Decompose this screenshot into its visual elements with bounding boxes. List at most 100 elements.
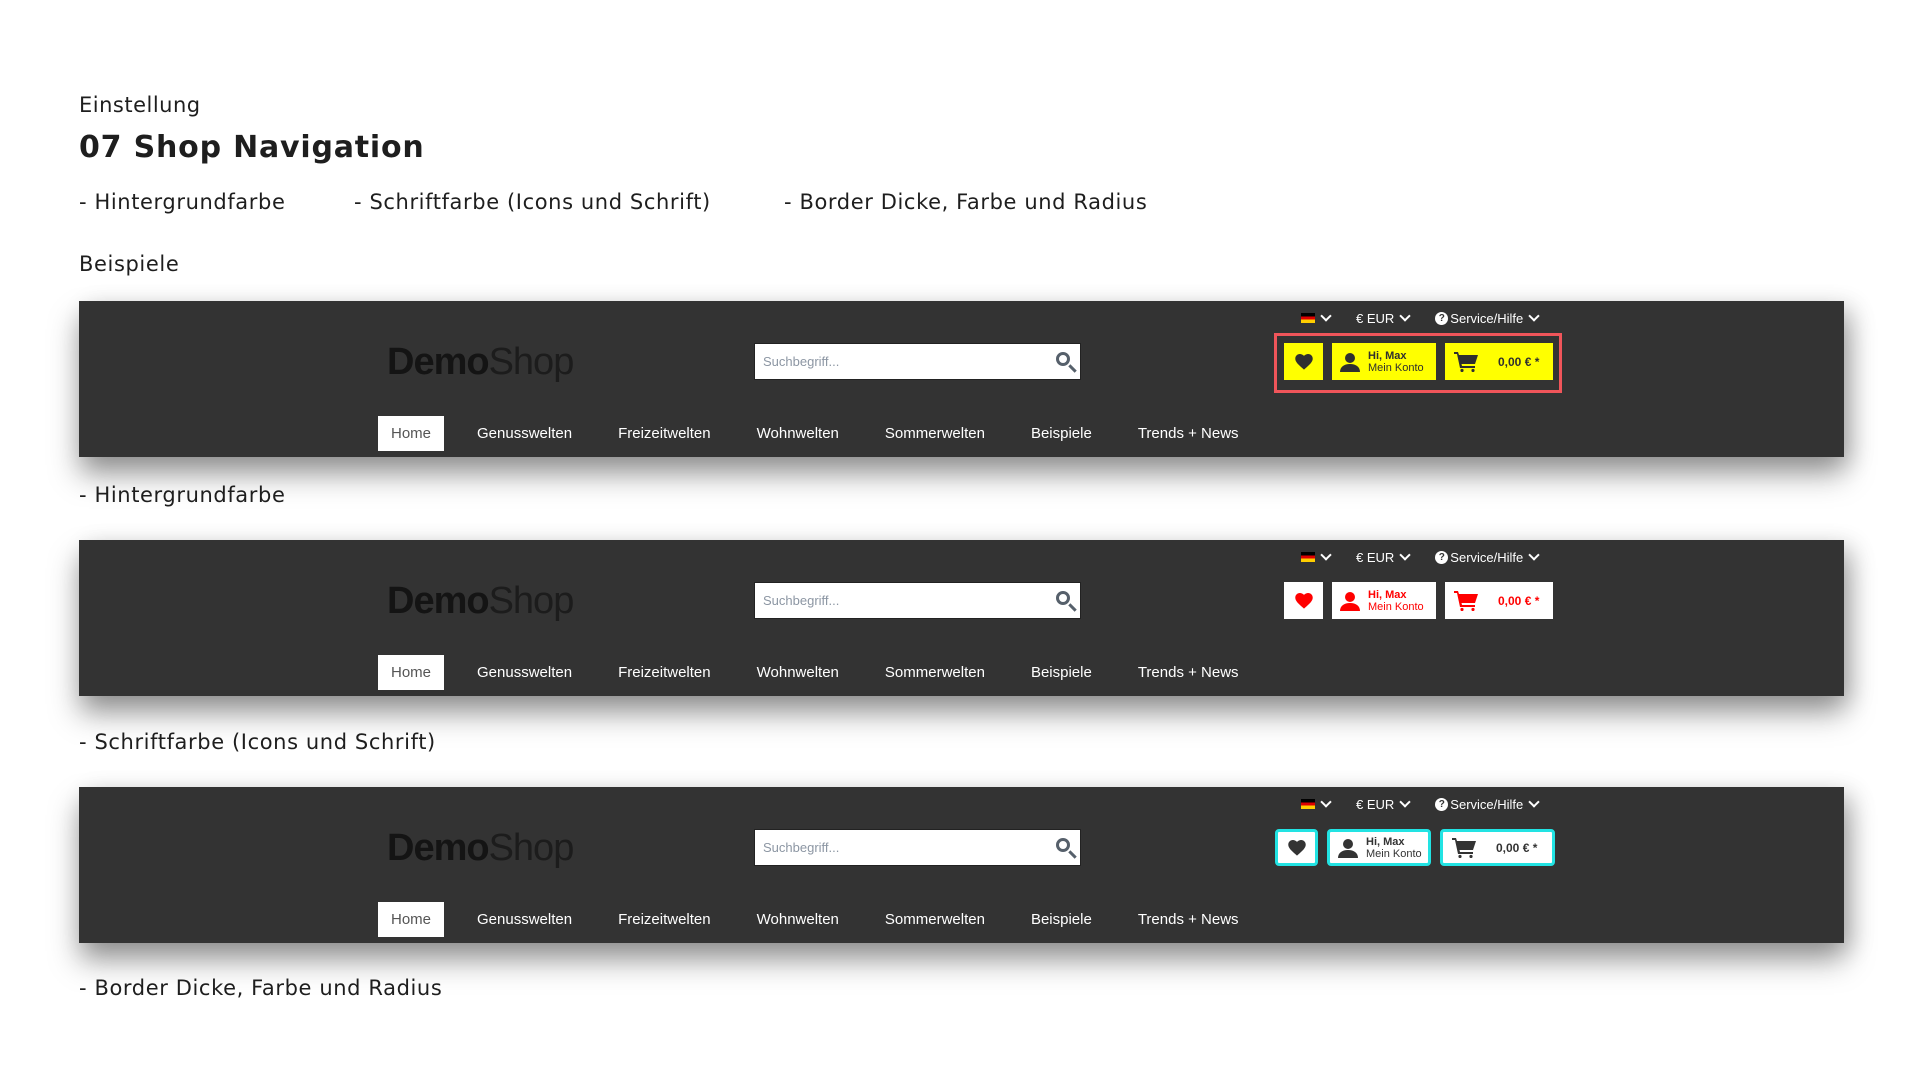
menu-item-trends-news[interactable]: Trends + News xyxy=(1115,655,1262,690)
language-switcher[interactable] xyxy=(1301,310,1332,323)
menu-item-trends-news[interactable]: Trends + News xyxy=(1115,902,1262,937)
service-label: Service/Hilfe xyxy=(1450,796,1524,812)
currency-label: € EUR xyxy=(1356,549,1395,565)
chevron-down-icon xyxy=(1320,796,1332,808)
menu-item-beispiele[interactable]: Beispiele xyxy=(1008,902,1115,937)
search-input[interactable] xyxy=(755,344,1041,379)
de-flag-icon xyxy=(1301,552,1315,562)
shop-logo[interactable]: DemoShop xyxy=(387,341,575,384)
currency-switcher[interactable]: € EUR xyxy=(1356,796,1411,812)
menu-item-wohnwelten[interactable]: Wohnwelten xyxy=(734,902,862,937)
menu-item-freizeitwelten[interactable]: Freizeitwelten xyxy=(595,655,734,690)
cart-button[interactable]: 0,00 € * xyxy=(1445,582,1553,619)
chevron-down-icon xyxy=(1399,796,1411,808)
logo-light: Shop xyxy=(488,580,575,622)
user-icon xyxy=(1338,838,1358,858)
service-label: Service/Hilfe xyxy=(1450,549,1524,565)
menu-item-beispiele[interactable]: Beispiele xyxy=(1008,416,1115,451)
heart-icon xyxy=(1287,839,1306,856)
question-icon: ? xyxy=(1435,311,1449,325)
service-menu[interactable]: ? Service/Hilfe xyxy=(1435,310,1540,326)
shop-logo[interactable]: DemoShop xyxy=(387,827,575,870)
menu-item-beispiele[interactable]: Beispiele xyxy=(1008,655,1115,690)
example-caption-2: - Schriftfarbe (Icons und Schrift) xyxy=(79,730,436,754)
example-caption-3: - Border Dicke, Farbe und Radius xyxy=(79,976,443,1000)
currency-switcher[interactable]: € EUR xyxy=(1356,310,1411,326)
wishlist-button[interactable] xyxy=(1275,829,1318,866)
account-label: Mein Konto xyxy=(1368,600,1424,613)
chevron-down-icon xyxy=(1528,310,1540,322)
menu-item-sommerwelten[interactable]: Sommerwelten xyxy=(862,655,1008,690)
currency-switcher[interactable]: € EUR xyxy=(1356,549,1411,565)
search-input[interactable] xyxy=(755,830,1041,865)
feature-border: - Border Dicke, Farbe und Radius xyxy=(784,190,1148,214)
logo-bold: Demo xyxy=(387,827,490,869)
account-greeting: Hi, Max xyxy=(1368,588,1407,601)
cart-icon xyxy=(1454,590,1478,611)
menu-item-trends-news[interactable]: Trends + News xyxy=(1115,416,1262,451)
menu-item-sommerwelten[interactable]: Sommerwelten xyxy=(862,902,1008,937)
menu-item-genusswelten[interactable]: Genusswelten xyxy=(454,416,595,451)
top-bar: € EUR ? Service/Hilfe xyxy=(1301,548,1564,566)
account-button[interactable]: Hi, Max Mein Konto xyxy=(1327,829,1431,866)
cart-total: 0,00 € * xyxy=(1496,840,1538,855)
menu-item-home[interactable]: Home xyxy=(378,655,445,690)
main-menu: Home Genusswelten Freizeitwelten Wohnwelten… xyxy=(378,655,1262,690)
logo-light: Shop xyxy=(488,341,575,383)
account-greeting: Hi, Max xyxy=(1366,835,1405,848)
currency-label: € EUR xyxy=(1356,796,1395,812)
examples-label: Beispiele xyxy=(79,252,180,276)
search-box xyxy=(754,829,1081,866)
feature-font-color: - Schriftfarbe (Icons und Schrift) xyxy=(354,190,711,214)
chevron-down-icon xyxy=(1320,310,1332,322)
search-icon[interactable] xyxy=(1056,591,1070,605)
shop-logo[interactable]: DemoShop xyxy=(387,580,575,623)
search-input[interactable] xyxy=(755,583,1041,618)
language-switcher[interactable] xyxy=(1301,796,1332,809)
main-menu: Home Genusswelten Freizeitwelten Wohnwelten… xyxy=(378,416,1262,451)
menu-item-freizeitwelten[interactable]: Freizeitwelten xyxy=(595,416,734,451)
question-icon: ? xyxy=(1435,550,1449,564)
menu-item-sommerwelten[interactable]: Sommerwelten xyxy=(862,416,1008,451)
user-icon xyxy=(1340,591,1360,611)
logo-light: Shop xyxy=(488,827,575,869)
shop-actions: Hi, Max Mein Konto 0,00 € * xyxy=(1275,829,1555,866)
chevron-down-icon xyxy=(1528,549,1540,561)
currency-label: € EUR xyxy=(1356,310,1395,326)
chevron-down-icon xyxy=(1528,796,1540,808)
page-title: 07 Shop Navigation xyxy=(79,130,425,165)
highlight-box xyxy=(1274,333,1562,393)
account-button[interactable]: Hi, Max Mein Konto xyxy=(1332,582,1436,619)
eyebrow-label: Einstellung xyxy=(79,93,201,117)
menu-item-genusswelten[interactable]: Genusswelten xyxy=(454,655,595,690)
menu-item-wohnwelten[interactable]: Wohnwelten xyxy=(734,416,862,451)
search-icon[interactable] xyxy=(1056,838,1070,852)
menu-item-wohnwelten[interactable]: Wohnwelten xyxy=(734,655,862,690)
de-flag-icon xyxy=(1301,799,1315,809)
menu-item-freizeitwelten[interactable]: Freizeitwelten xyxy=(595,902,734,937)
menu-item-home[interactable]: Home xyxy=(378,902,445,937)
search-icon[interactable] xyxy=(1056,352,1070,366)
account-label: Mein Konto xyxy=(1366,847,1422,860)
chevron-down-icon xyxy=(1399,310,1411,322)
question-icon: ? xyxy=(1435,797,1449,811)
top-bar: € EUR ? Service/Hilfe xyxy=(1301,795,1564,813)
language-switcher[interactable] xyxy=(1301,549,1332,562)
shop-navbar-example-2: € EUR ? Service/Hilfe DemoShop Hi, Max xyxy=(79,540,1844,696)
shop-navbar-example-3: € EUR ? Service/Hilfe DemoShop Hi, Max xyxy=(79,787,1844,943)
example-caption-1: - Hintergrundfarbe xyxy=(79,483,286,507)
logo-bold: Demo xyxy=(387,341,490,383)
feature-background-color: - Hintergrundfarbe xyxy=(79,190,286,214)
logo-bold: Demo xyxy=(387,580,490,622)
cart-button[interactable]: 0,00 € * xyxy=(1440,829,1555,866)
shop-navbar-example-1: € EUR ? Service/Hilfe DemoShop Hi, Max xyxy=(79,301,1844,457)
chevron-down-icon xyxy=(1399,549,1411,561)
top-bar: € EUR ? Service/Hilfe xyxy=(1301,309,1564,327)
main-menu: Home Genusswelten Freizeitwelten Wohnwelten… xyxy=(378,902,1262,937)
wishlist-button[interactable] xyxy=(1284,582,1323,619)
cart-total: 0,00 € * xyxy=(1498,593,1540,608)
service-menu[interactable]: ? Service/Hilfe xyxy=(1435,549,1540,565)
menu-item-genusswelten[interactable]: Genusswelten xyxy=(454,902,595,937)
service-menu[interactable]: ? Service/Hilfe xyxy=(1435,796,1540,812)
menu-item-home[interactable]: Home xyxy=(378,416,445,451)
